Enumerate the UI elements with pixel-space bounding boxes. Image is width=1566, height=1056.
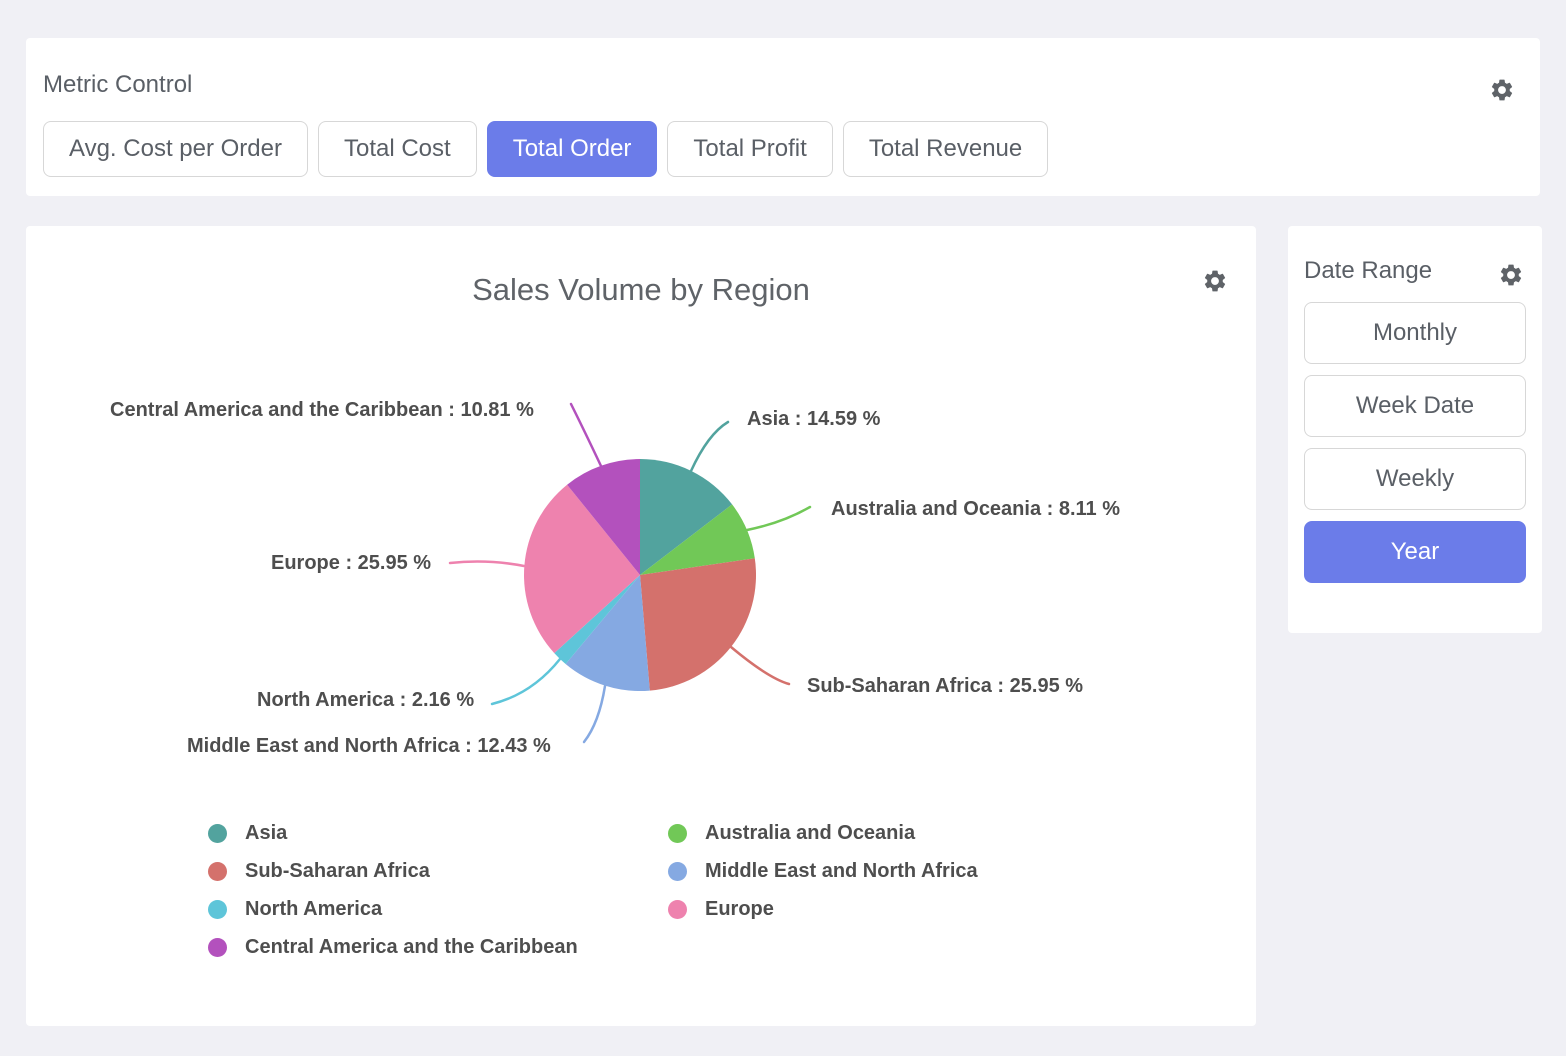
legend-label: Asia — [245, 822, 287, 845]
metric-button-total-cost[interactable]: Total Cost — [318, 121, 477, 177]
pie-label-australia-and-oceania: Australia and Oceania : 8.11 % — [831, 498, 1120, 521]
legend-label: North America — [245, 898, 382, 921]
pie-label-europe: Europe : 25.95 % — [271, 552, 431, 575]
chart-panel: Sales Volume by Region Asia : 14.59 %Aus… — [26, 226, 1256, 1026]
pie-callout-line-central-america-and-the-caribbean — [571, 404, 601, 466]
pie-slice-sub-saharan-africa[interactable] — [640, 558, 756, 690]
pie-callout-line-australia-and-oceania — [747, 507, 810, 530]
pie-label-north-america: North America : 2.16 % — [257, 689, 474, 712]
legend-column-1: Asia Sub-Saharan Africa North America Centr… — [208, 814, 668, 966]
legend-dot-icon — [208, 862, 227, 881]
date-range-buttons: Monthly Week Date Weekly Year — [1304, 302, 1526, 583]
legend-dot-icon — [668, 862, 687, 881]
legend-item-asia[interactable]: Asia — [208, 814, 668, 852]
content-row: Sales Volume by Region Asia : 14.59 %Aus… — [26, 226, 1540, 1026]
legend-item-central-america-and-the-caribbean[interactable]: Central America and the Caribbean — [208, 928, 668, 966]
pie-callout-line-north-america — [492, 659, 560, 704]
legend-column-2: Australia and Oceania Middle East and Nor… — [668, 814, 978, 966]
date-range-button-weekly[interactable]: Weekly — [1304, 448, 1526, 510]
pie-callout-line-europe — [450, 562, 524, 566]
dashboard-page: Metric Control Avg. Cost per OrderTotal … — [0, 0, 1566, 1056]
metric-buttons-row: Avg. Cost per OrderTotal CostTotal Order… — [43, 121, 1523, 177]
legend-dot-icon — [208, 938, 227, 957]
date-range-button-week-date[interactable]: Week Date — [1304, 375, 1526, 437]
pie-label-central-america-and-the-caribbean: Central America and the Caribbean : 10.8… — [110, 399, 534, 422]
legend-item-north-america[interactable]: North America — [208, 890, 668, 928]
metric-button-avg-cost-per-order[interactable]: Avg. Cost per Order — [43, 121, 308, 177]
date-range-button-year[interactable]: Year — [1304, 521, 1526, 583]
date-range-panel: Date Range Monthly Week Date Weekly Year — [1288, 226, 1542, 633]
metric-button-total-profit[interactable]: Total Profit — [667, 121, 832, 177]
legend-label: Australia and Oceania — [705, 822, 915, 845]
legend-label: Sub-Saharan Africa — [245, 860, 430, 883]
legend-dot-icon — [208, 824, 227, 843]
pie-label-sub-saharan-africa: Sub-Saharan Africa : 25.95 % — [807, 675, 1083, 698]
metric-button-total-order[interactable]: Total Order — [487, 121, 658, 177]
metric-button-total-revenue[interactable]: Total Revenue — [843, 121, 1048, 177]
date-range-settings-gear-icon[interactable] — [1498, 262, 1524, 288]
legend-label: Central America and the Caribbean — [245, 936, 578, 959]
legend-item-sub-saharan-africa[interactable]: Sub-Saharan Africa — [208, 852, 668, 890]
legend-item-middle-east-and-north-africa[interactable]: Middle East and North Africa — [668, 852, 978, 890]
pie-callout-line-sub-saharan-africa — [731, 647, 789, 684]
date-range-button-monthly[interactable]: Monthly — [1304, 302, 1526, 364]
pie-label-asia: Asia : 14.59 % — [747, 408, 880, 431]
legend-item-australia-and-oceania[interactable]: Australia and Oceania — [668, 814, 978, 852]
legend-label: Middle East and North Africa — [705, 860, 978, 883]
metric-control-title: Metric Control — [43, 38, 1523, 99]
legend-dot-icon — [208, 900, 227, 919]
pie-callout-line-middle-east-and-north-africa — [584, 686, 605, 742]
pie-label-middle-east-and-north-africa: Middle East and North Africa : 12.43 % — [187, 735, 551, 758]
metric-control-panel: Metric Control Avg. Cost per OrderTotal … — [26, 38, 1540, 196]
metric-settings-gear-icon[interactable] — [1489, 77, 1515, 103]
pie-callout-line-asia — [691, 422, 728, 471]
chart-legend: Asia Sub-Saharan Africa North America Centr… — [208, 814, 978, 966]
legend-item-europe[interactable]: Europe — [668, 890, 978, 928]
legend-label: Europe — [705, 898, 774, 921]
legend-dot-icon — [668, 824, 687, 843]
date-range-title: Date Range — [1304, 226, 1526, 285]
legend-dot-icon — [668, 900, 687, 919]
